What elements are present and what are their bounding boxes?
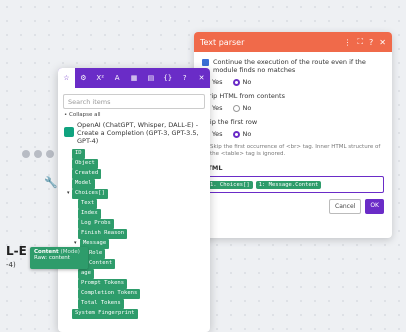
- item-system-fingerprint[interactable]: System Fingerprint: [72, 309, 138, 319]
- item-finish-reason[interactable]: Finish Reason: [78, 229, 128, 239]
- item-content[interactable]: Content: [86, 259, 116, 269]
- close-icon[interactable]: ✕: [193, 68, 210, 88]
- module-name: OpenAI (ChatGPT, Whisper, DALL-E) - Crea…: [77, 121, 199, 146]
- strip-html-radios: Yes No: [202, 104, 384, 112]
- ok-button[interactable]: OK: [365, 199, 384, 215]
- radio-no[interactable]: No: [232, 130, 251, 138]
- module-header[interactable]: OpenAI (ChatGPT, Whisper, DALL-E) - Crea…: [64, 121, 204, 145]
- tooltip-subtitle: Raw: content: [34, 255, 70, 261]
- item-choices[interactable]: Choices[]: [72, 189, 108, 199]
- expand-icon[interactable]: ⛶: [357, 37, 363, 47]
- tooltip-type: (Mode): [60, 249, 80, 255]
- search-input[interactable]: Search items: [63, 94, 205, 109]
- item-usage[interactable]: age: [78, 269, 94, 279]
- item-object[interactable]: Object: [72, 159, 98, 169]
- connector-dot: [34, 150, 42, 158]
- strip-html-label: Strip HTML from contents: [202, 92, 285, 100]
- close-icon[interactable]: ✕: [379, 38, 386, 47]
- openai-icon: [64, 127, 74, 137]
- item-completion-tokens[interactable]: Completion Tokens: [78, 289, 141, 299]
- wrench-icon[interactable]: 🔧: [44, 176, 58, 189]
- html-field-label: HTML: [202, 164, 223, 173]
- connector-dot: [46, 150, 54, 158]
- radio-no[interactable]: No: [232, 104, 251, 112]
- mapping-panel: ☆ ⚙ X² A ▦ ▤ {} ? ✕ Search items • Colla…: [58, 68, 210, 332]
- mapping-tabs: ☆ ⚙ X² A ▦ ▤ {} ? ✕: [58, 68, 210, 88]
- item-id[interactable]: ID: [72, 149, 85, 159]
- radio-no[interactable]: No: [232, 78, 251, 86]
- collapse-all-link[interactable]: • Collapse all: [64, 112, 204, 118]
- text-parser-header: Text parser ⋮ ⛶ ? ✕: [194, 32, 392, 52]
- tab-favorites[interactable]: ☆: [58, 68, 75, 88]
- item-text[interactable]: Text: [78, 199, 98, 209]
- skip-row-hint: Skip the first occurrence of <br> tag. I…: [210, 144, 381, 158]
- item-index[interactable]: Index: [78, 209, 101, 219]
- more-icon[interactable]: ⋮: [343, 38, 351, 47]
- mapped-token[interactable]: 1: Message.Content: [255, 180, 322, 189]
- checkbox[interactable]: [202, 59, 209, 66]
- help-icon[interactable]: ?: [176, 68, 193, 88]
- item-log-probs[interactable]: Log Probs: [78, 219, 114, 229]
- option-label: Continue the execution of the route even…: [213, 58, 366, 74]
- text-parser-panel: Text parser ⋮ ⛶ ? ✕ Continue the executi…: [194, 32, 392, 238]
- item-role[interactable]: Role: [86, 249, 106, 259]
- item-total-tokens[interactable]: Total Tokens: [78, 299, 124, 309]
- tab-date[interactable]: ▦: [126, 68, 143, 88]
- html-input[interactable]: 1. Choices[] 1: Message.Content: [202, 176, 384, 194]
- item-tooltip: Content (Mode) Raw: content: [30, 247, 88, 269]
- mapped-token[interactable]: 1. Choices[]: [207, 180, 253, 189]
- connector-dot: [22, 150, 30, 158]
- module-node-title: L-E: [6, 244, 27, 258]
- skip-row-radios: Yes No: [202, 130, 384, 138]
- continue-option[interactable]: Continue the execution of the route even…: [202, 58, 384, 74]
- item-prompt-tokens[interactable]: Prompt Tokens: [78, 279, 128, 289]
- expand-arrow-icon[interactable]: ▾: [67, 190, 70, 196]
- continue-radios: Yes No: [202, 78, 384, 86]
- tab-general[interactable]: ⚙: [75, 68, 92, 88]
- tab-text[interactable]: A: [109, 68, 126, 88]
- item-created[interactable]: Created: [72, 169, 102, 179]
- panel-title: Text parser: [200, 37, 245, 47]
- skip-row-label: Skip the first row: [202, 118, 258, 126]
- tab-math[interactable]: X²: [92, 68, 109, 88]
- expand-arrow-icon[interactable]: ▾: [74, 240, 77, 246]
- cancel-button[interactable]: Cancel: [329, 199, 362, 215]
- item-model[interactable]: Model: [72, 179, 95, 189]
- tab-array[interactable]: ▤: [142, 68, 159, 88]
- module-node-subtitle: -4): [6, 261, 16, 269]
- help-icon[interactable]: ?: [369, 38, 373, 47]
- tab-json[interactable]: {}: [159, 68, 176, 88]
